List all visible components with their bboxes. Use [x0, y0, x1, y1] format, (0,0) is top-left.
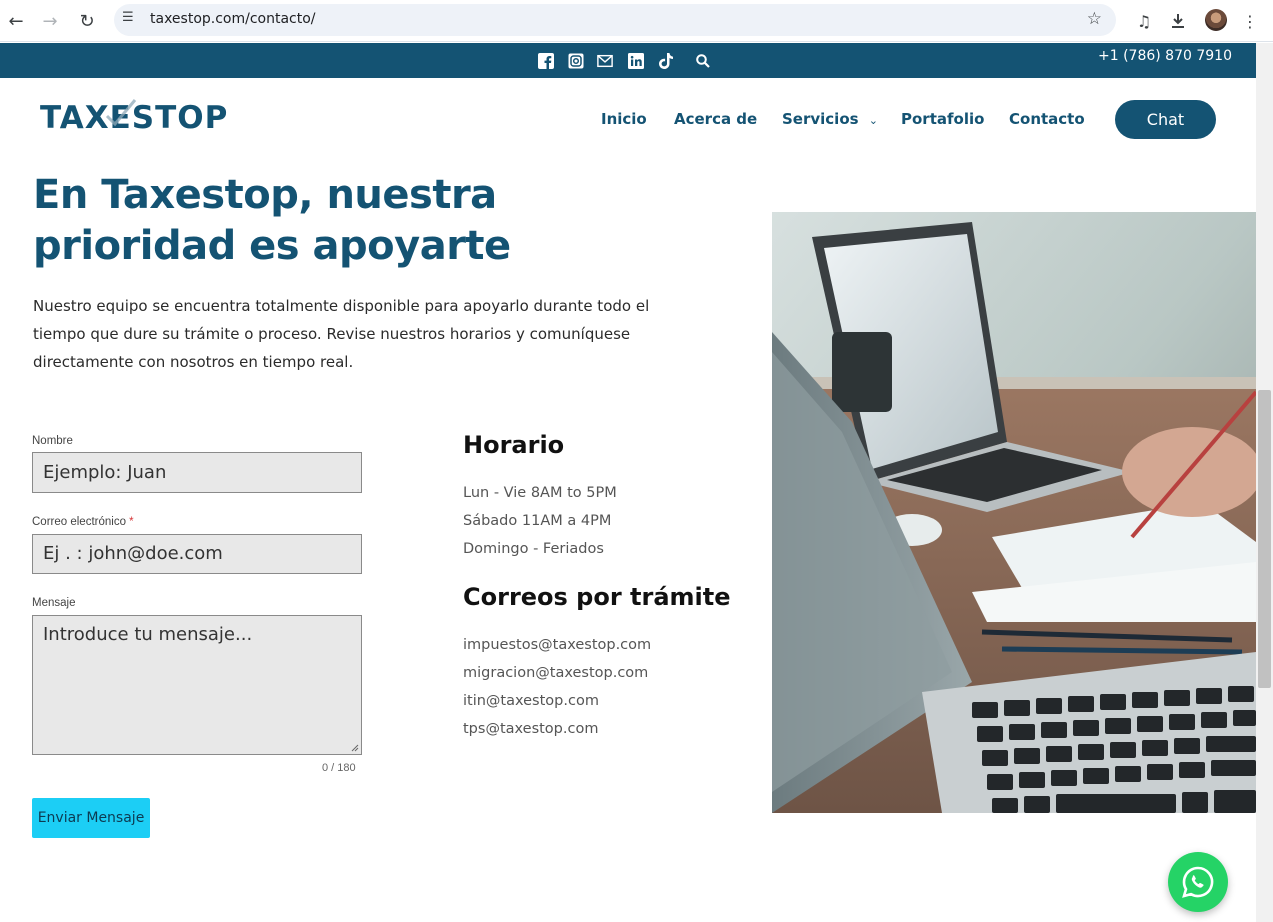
- linkedin-icon[interactable]: [628, 53, 644, 69]
- logo-checkmark-icon: [105, 99, 137, 127]
- top-bar: +1 (786) 870 7910: [0, 43, 1256, 78]
- schedule-heading: Horario: [463, 431, 565, 459]
- mail-icon[interactable]: [597, 53, 613, 69]
- chevron-down-icon: ⌄: [868, 114, 879, 127]
- phone-number[interactable]: +1 (786) 870 7910: [1098, 48, 1232, 64]
- email-label-text: Correo electrónico: [32, 516, 126, 528]
- required-asterisk: *: [129, 516, 134, 528]
- nav-item-inicio[interactable]: Inicio: [601, 110, 647, 128]
- url-text[interactable]: taxestop.com/contacto/: [150, 11, 316, 27]
- schedule-line: Domingo - Feriados: [463, 541, 604, 557]
- address-bar[interactable]: ☰ taxestop.com/contacto/ ☆: [114, 4, 1116, 36]
- nav-item-contacto[interactable]: Contacto: [1009, 110, 1085, 128]
- chat-button[interactable]: Chat: [1115, 100, 1216, 139]
- search-icon[interactable]: [695, 53, 711, 69]
- whatsapp-button[interactable]: [1168, 852, 1228, 912]
- site-logo[interactable]: TAXESTOP: [40, 99, 228, 136]
- email-link[interactable]: tps@taxestop.com: [463, 721, 598, 737]
- site-settings-icon[interactable]: ☰: [122, 10, 140, 30]
- message-field[interactable]: Introduce tu mensaje...: [32, 615, 362, 755]
- email-label: Correo electrónico *: [32, 516, 134, 528]
- message-label: Mensaje: [32, 597, 76, 609]
- facebook-icon[interactable]: [538, 53, 554, 69]
- whatsapp-icon: [1182, 866, 1214, 898]
- reload-icon[interactable]: ↻: [75, 9, 99, 33]
- character-counter: 0 / 180: [322, 762, 356, 774]
- more-menu-icon[interactable]: ⋮: [1238, 9, 1262, 33]
- bookmark-star-icon[interactable]: ☆: [1087, 9, 1102, 29]
- profile-avatar[interactable]: [1205, 9, 1227, 31]
- nav-item-servicios-label: Servicios: [782, 110, 859, 128]
- email-field[interactable]: Ej . : john@doe.com: [32, 534, 362, 574]
- schedule-line: Sábado 11AM a 4PM: [463, 513, 612, 529]
- name-placeholder: Ejemplo: Juan: [43, 462, 167, 483]
- name-field[interactable]: Ejemplo: Juan: [32, 452, 362, 493]
- nav-item-acerca-de[interactable]: Acerca de: [674, 110, 757, 128]
- nav-item-portafolio[interactable]: Portafolio: [901, 110, 984, 128]
- back-arrow-icon[interactable]: ←: [4, 9, 28, 33]
- email-link[interactable]: impuestos@taxestop.com: [463, 637, 651, 653]
- download-icon[interactable]: [1166, 9, 1190, 33]
- instagram-icon[interactable]: [568, 53, 584, 69]
- email-link[interactable]: migracion@taxestop.com: [463, 665, 648, 681]
- hero-description: Nuestro equipo se encuentra totalmente d…: [33, 297, 650, 371]
- tiktok-icon[interactable]: [658, 53, 674, 69]
- forward-arrow-icon[interactable]: →: [38, 9, 62, 33]
- media-control-icon[interactable]: ♫: [1132, 9, 1156, 33]
- browser-toolbar: ← → ↻ ☰ taxestop.com/contacto/ ☆ ♫ ⋮: [0, 0, 1273, 42]
- message-placeholder: Introduce tu mensaje...: [43, 624, 253, 645]
- name-label: Nombre: [32, 435, 73, 447]
- laptop-photo: [772, 212, 1256, 813]
- email-link[interactable]: itin@taxestop.com: [463, 693, 599, 709]
- send-message-button[interactable]: Enviar Mensaje: [32, 798, 150, 838]
- schedule-line: Lun - Vie 8AM to 5PM: [463, 485, 617, 501]
- page-title: En Taxestop, nuestra prioridad es apoyar…: [33, 172, 511, 269]
- nav-item-servicios[interactable]: Servicios ⌄: [782, 110, 878, 128]
- email-placeholder: Ej . : john@doe.com: [43, 543, 223, 564]
- emails-heading: Correos por trámite: [463, 583, 731, 611]
- resize-handle-icon[interactable]: [351, 744, 359, 752]
- page-scrollbar-thumb[interactable]: [1258, 390, 1271, 688]
